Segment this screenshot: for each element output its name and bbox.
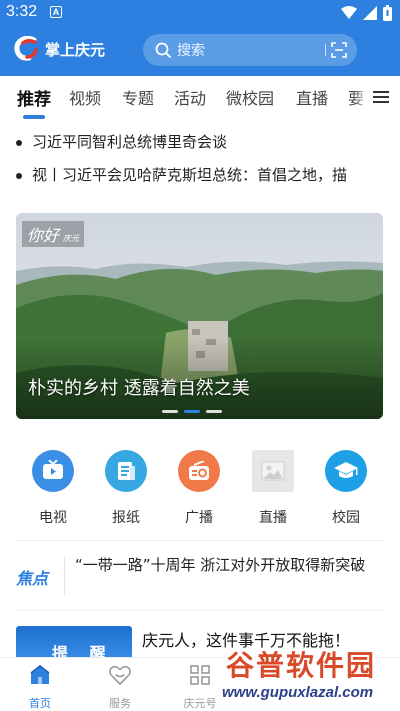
tab-micro-campus[interactable]: 微校园 [226,85,274,109]
tab-video[interactable]: 视频 [69,85,101,109]
tab-events[interactable]: 活动 [174,85,206,109]
headline-item[interactable]: 习近平同智利总统博里奇会谈 [16,131,386,152]
battery-icon [383,5,392,21]
app-logo-icon [14,36,38,61]
quick-links: 电视 报纸 广播 直播 校园 [0,450,400,530]
tab-recommend[interactable]: 推荐 [17,85,51,110]
banner-caption: 朴实的乡村 透露着自然之美 [28,378,250,399]
search-divider [325,44,326,56]
notification-icon: A [50,6,62,18]
status-bar: 3:32 A [0,0,400,26]
tab-topics[interactable]: 专题 [122,85,154,109]
carousel-dot[interactable] [162,410,178,413]
quick-link-live[interactable]: 直播 [243,450,303,527]
divider [16,540,384,541]
quick-link-label: 广播 [185,510,213,526]
bullet-icon [16,172,22,179]
quick-link-campus[interactable]: 校园 [316,450,376,527]
carousel-indicator [162,410,222,413]
menu-icon[interactable] [372,88,390,106]
quick-link-tv[interactable]: 电视 [23,450,83,527]
quick-link-label: 直播 [259,510,287,526]
status-icons [341,4,392,22]
site-watermark: 谷普软件园 www.gupuxlazal.com [218,644,400,708]
nav-services[interactable]: 服务 [90,663,150,711]
focus-headline[interactable]: “一带一路”十周年 浙江对外开放取得新突破 [75,553,380,578]
banner-tag-text: 你好 [27,226,60,245]
nav-home[interactable]: 首页 [10,663,70,711]
focus-tag: 焦点 [16,569,49,588]
graduation-cap-icon [325,450,367,492]
app-header: 3:32 A 掌上庆元 搜索 [0,0,400,76]
quick-link-newspaper[interactable]: 报纸 [96,450,156,527]
home-icon [30,665,50,684]
active-tab-indicator [23,115,45,119]
category-tabs: 推荐 视频 专题 活动 微校园 直播 要 [0,76,400,124]
hero-banner[interactable]: 你好 庆元 朴实的乡村 透露着自然之美 [16,213,383,419]
quick-link-label: 电视 [39,510,67,526]
grid-icon [190,665,210,685]
quick-link-label: 报纸 [112,510,140,526]
carousel-dot-active[interactable] [184,410,200,413]
app-bar: 掌上庆元 搜索 [0,30,400,72]
carousel-dot[interactable] [206,410,222,413]
newspaper-icon [105,450,147,492]
banner-tag-sub: 庆元 [63,234,80,243]
tab-live[interactable]: 直播 [296,85,328,109]
signal-icon [363,6,377,20]
nav-label: 服务 [109,697,131,710]
app-name: 掌上庆元 [45,41,106,59]
radio-icon [178,450,220,492]
tabs-fade [352,76,372,124]
heart-icon [109,665,131,686]
divider [16,610,384,611]
image-placeholder-icon [252,450,294,492]
quick-link-label: 校园 [332,510,360,526]
headline-text: 习近平同智利总统博里奇会谈 [32,133,228,151]
focus-divider [64,556,65,596]
search-placeholder: 搜索 [177,43,205,59]
headline-text: 视丨习近平会见哈萨克斯坦总统：首倡之地，描 [32,166,348,184]
headline-item[interactable]: 视丨习近平会见哈萨克斯坦总统：首倡之地，描 [16,164,386,185]
watermark-url: www.gupuxlazal.com [222,684,374,701]
news-thumbnail[interactable]: 提 醒 [16,626,132,660]
wifi-icon [341,6,357,19]
search-bar[interactable]: 搜索 [143,34,357,66]
search-icon [155,42,171,58]
tv-icon [32,450,74,492]
watermark-title: 谷普软件园 [226,649,377,682]
quick-link-radio[interactable]: 广播 [169,450,229,527]
banner-overlay-tag: 你好 庆元 [22,221,85,247]
scan-icon[interactable] [331,42,347,58]
status-time: 3:32 [6,3,38,20]
nav-label: 首页 [29,697,51,710]
bullet-icon [16,139,22,146]
